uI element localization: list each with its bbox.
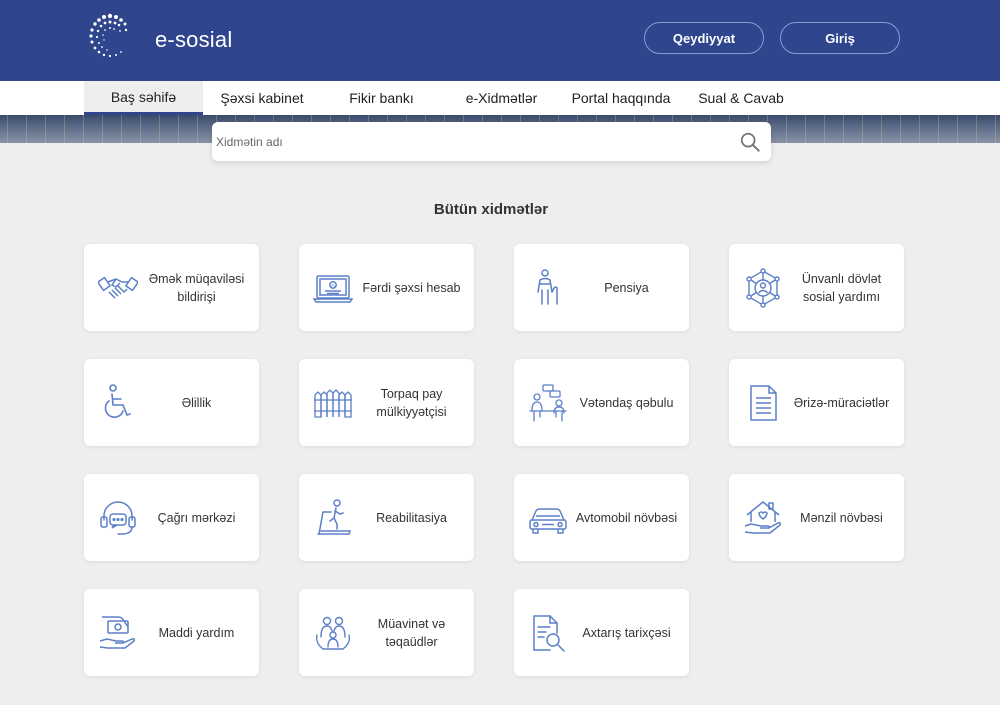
nav-item-personal-cabinet[interactable]: Şəxsi kabinet	[203, 81, 321, 115]
search-icon[interactable]	[739, 131, 761, 153]
money-hand-icon	[99, 616, 135, 649]
search-box	[212, 122, 771, 161]
login-button[interactable]: Giriş	[780, 22, 900, 54]
service-card-rehabilitation[interactable]: Reabilitasiya	[299, 474, 474, 561]
service-label: Maddi yardım	[158, 625, 235, 640]
nav-item-home[interactable]: Baş səhifə	[84, 81, 203, 115]
service-card-personal-account[interactable]: ₼ Fərdi şəxsi hesab	[299, 244, 474, 331]
service-label: Əmək müqaviləsi bildirişi	[148, 271, 245, 304]
document-icon	[750, 385, 777, 421]
svg-text:₼: ₼	[331, 283, 335, 288]
service-label: Ərizə-müraciətlər	[793, 395, 890, 410]
car-icon	[529, 508, 567, 534]
handshake-icon	[98, 276, 138, 299]
service-label: Torpaq pay mülkiyyətçisi	[376, 386, 447, 419]
service-label: Vətəndaş qəbulu	[579, 395, 674, 410]
service-label: Axtarış tarixçəsi	[582, 625, 671, 640]
service-card-disability[interactable]: Əlillik	[84, 359, 259, 446]
header: e-sosial Qeydiyyat Giriş	[0, 0, 1000, 81]
house-hand-icon	[744, 501, 781, 534]
brand-name[interactable]: e-sosial	[155, 27, 232, 53]
laptop-icon: ₼	[313, 275, 353, 303]
service-label: Fərdi şəxsi hesab	[362, 280, 461, 295]
service-card-call-center[interactable]: Çağrı mərkəzi	[84, 474, 259, 561]
family-icon	[315, 616, 351, 650]
service-card-search-history[interactable]: Axtarış tarixçəsi	[514, 589, 689, 676]
service-card-labor-contract[interactable]: Əmək müqaviləsi bildirişi	[84, 244, 259, 331]
service-card-financial-aid[interactable]: Maddi yardım	[84, 589, 259, 676]
fence-icon	[314, 389, 352, 418]
elderly-icon	[537, 269, 558, 305]
meeting-icon	[529, 384, 567, 422]
service-label: Avtomobil növbəsi	[575, 510, 678, 525]
service-card-citizen-reception[interactable]: Vətəndaş qəbulu	[514, 359, 689, 446]
service-label: Pensiya	[604, 280, 649, 295]
nav-item-idea-bank[interactable]: Fikir bankı	[321, 81, 442, 115]
service-label: Çağrı mərkəzi	[157, 510, 236, 525]
service-card-car-queue[interactable]: Avtomobil növbəsi	[514, 474, 689, 561]
service-card-benefits[interactable]: Müavinət və təqaüdlər	[299, 589, 474, 676]
nav-item-e-services[interactable]: e-Xidmətlər	[442, 81, 561, 115]
nav-item-about-portal[interactable]: Portal haqqında	[561, 81, 681, 115]
service-card-land-share[interactable]: Torpaq pay mülkiyyətçisi	[299, 359, 474, 446]
service-card-pension[interactable]: Pensiya	[514, 244, 689, 331]
search-history-icon	[533, 615, 565, 652]
main-nav: Baş səhifə Şəxsi kabinet Fikir bankı e-X…	[0, 81, 1000, 115]
logo-icon[interactable]	[86, 12, 134, 60]
service-label: Müavinət və təqaüdlər	[377, 616, 446, 649]
register-button[interactable]: Qeydiyyat	[644, 22, 764, 54]
service-card-applications[interactable]: Ərizə-müraciətlər	[729, 359, 904, 446]
service-label: Reabilitasiya	[376, 510, 447, 525]
headset-icon	[100, 501, 136, 535]
network-person-icon	[746, 268, 780, 308]
treadmill-icon	[317, 499, 352, 535]
section-title: Bütün xidmətlər	[433, 201, 549, 218]
nav-item-faq[interactable]: Sual & Cavab	[681, 81, 801, 115]
service-card-housing-queue[interactable]: Mənzil növbəsi	[729, 474, 904, 561]
service-card-social-assistance[interactable]: Ünvanlı dövlət sosial yardımı	[729, 244, 904, 331]
wheelchair-icon	[104, 384, 131, 418]
service-label: Mənzil növbəsi	[800, 510, 883, 525]
service-label: Ünvanlı dövlət sosial yardımı	[801, 271, 882, 304]
search-input[interactable]	[216, 122, 716, 161]
service-label: Əlillik	[181, 395, 212, 410]
